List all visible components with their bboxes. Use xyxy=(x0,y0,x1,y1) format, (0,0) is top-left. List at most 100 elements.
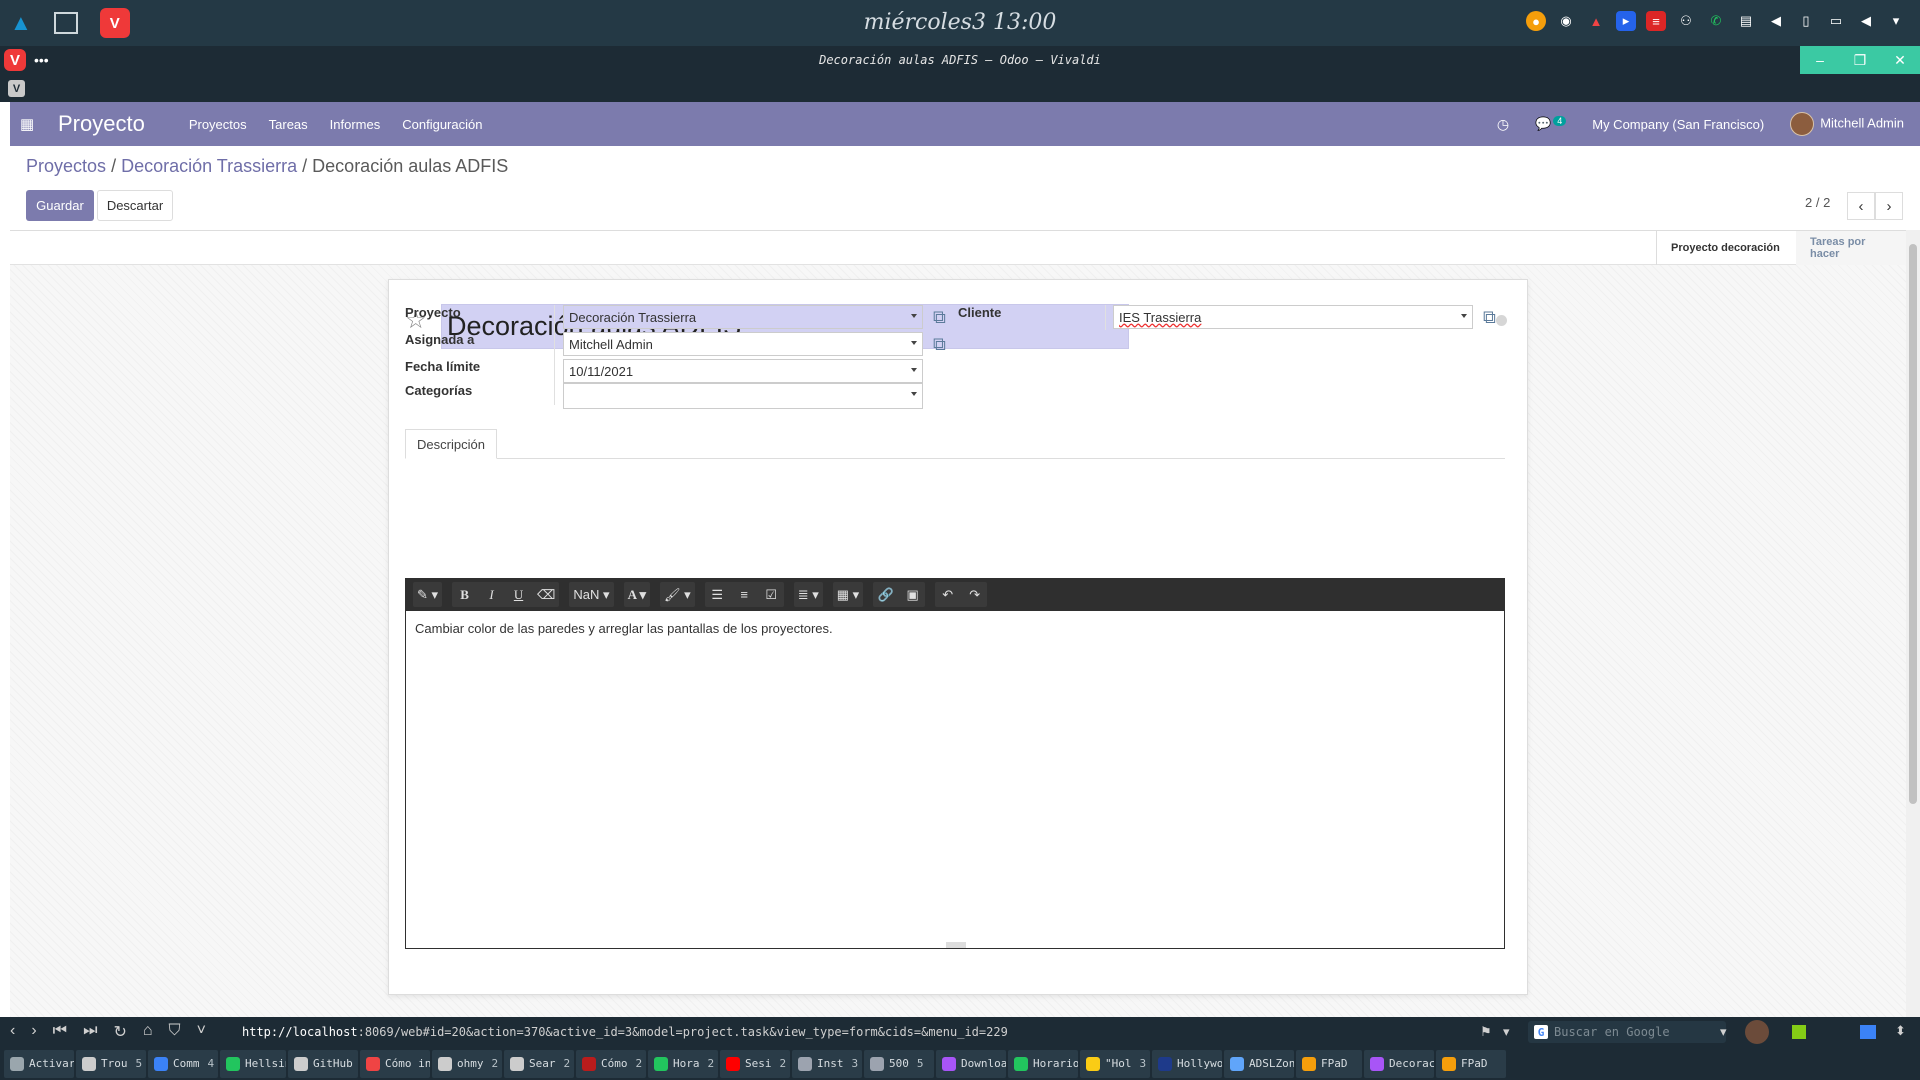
messages-button[interactable]: 💬 4 xyxy=(1535,116,1567,132)
app-name[interactable]: Proyecto xyxy=(58,111,145,137)
eraser-icon[interactable]: ⌫ xyxy=(533,582,559,607)
taskbar-item[interactable]: Sear 2 xyxy=(504,1049,574,1078)
vivaldi-menu-icon[interactable]: V xyxy=(4,49,26,71)
customer-field[interactable]: IES Trassierra xyxy=(1113,305,1473,329)
underline-icon[interactable]: U xyxy=(506,582,531,607)
external-link-icon[interactable]: ⧉ xyxy=(933,335,951,353)
external-link-icon[interactable]: ⧉ xyxy=(933,308,951,326)
close-icon[interactable]: ✕ xyxy=(1880,46,1920,74)
menu-item-configuracion[interactable]: Configuración xyxy=(402,117,482,132)
taskbar-item[interactable]: Downloa xyxy=(936,1049,1006,1078)
breadcrumb-project[interactable]: Decoración Trassierra xyxy=(121,156,297,176)
reload-icon[interactable]: ↻ xyxy=(113,1022,126,1042)
style-wand-icon[interactable]: ✎ ▾ xyxy=(413,582,442,607)
taskbar-item[interactable]: Sesi 2 xyxy=(720,1049,790,1078)
back-icon[interactable]: ‹ xyxy=(10,1022,15,1042)
discard-button[interactable]: Descartar xyxy=(97,190,173,221)
description-editor[interactable]: Cambiar color de las paredes y arreglar … xyxy=(405,611,1505,949)
taskbar-item[interactable]: 500 5 xyxy=(864,1049,934,1078)
chevron-down-icon[interactable]: ▾ xyxy=(1503,1024,1510,1040)
taskbar-item[interactable]: Cómo 2 xyxy=(576,1049,646,1078)
forward-icon[interactable]: › xyxy=(31,1022,36,1042)
pager-next-icon[interactable]: › xyxy=(1875,192,1903,220)
stage-next[interactable]: Tareas por hacer xyxy=(1796,231,1910,265)
taskbar-item[interactable]: GitHub xyxy=(288,1049,358,1078)
tab-description[interactable]: Descripción xyxy=(405,429,497,459)
checklist-icon[interactable]: ☑ xyxy=(759,582,784,607)
taskbar-item[interactable]: FPaD xyxy=(1296,1049,1362,1078)
taskbar-item[interactable]: Hellsin xyxy=(220,1049,286,1078)
discord-icon[interactable]: ◉ xyxy=(1556,11,1576,31)
maximize-icon[interactable]: ❐ xyxy=(1840,46,1880,74)
taskbar-item[interactable]: Horario xyxy=(1008,1049,1078,1078)
page-scrollbar[interactable] xyxy=(1906,230,1920,1017)
taskbar-item[interactable]: Hollywo xyxy=(1152,1049,1222,1078)
menu-item-informes[interactable]: Informes xyxy=(330,117,381,132)
font-size-dropdown[interactable]: NaN ▾ xyxy=(569,582,613,607)
categories-field[interactable] xyxy=(563,383,923,409)
url-field[interactable]: http://localhost:8069/web#id=20&action=3… xyxy=(242,1025,1008,1039)
whatsapp-icon[interactable]: ✆ xyxy=(1706,11,1726,31)
editor-icon[interactable]: ▸ xyxy=(1616,11,1636,31)
speaker-icon[interactable]: ◀ xyxy=(1856,11,1876,31)
pdf-icon[interactable]: ≡ xyxy=(1646,11,1666,31)
display-icon[interactable]: ▭ xyxy=(1826,11,1846,31)
assigned-field[interactable]: Mitchell Admin xyxy=(563,332,923,356)
menu-item-proyectos[interactable]: Proyectos xyxy=(189,117,247,132)
activity-clock-icon[interactable]: ◷ xyxy=(1497,116,1509,133)
bullet-list-icon[interactable]: ☰ xyxy=(705,582,730,607)
game-icon[interactable]: ▲ xyxy=(1586,11,1606,31)
apps-grid-icon[interactable]: ▦ xyxy=(10,115,40,133)
user-menu[interactable]: Mitchell Admin xyxy=(1790,112,1904,136)
image-icon[interactable]: ▣ xyxy=(900,582,925,607)
taskbar-item[interactable]: Hora 2 xyxy=(648,1049,718,1078)
company-switcher[interactable]: My Company (San Francisco) xyxy=(1592,117,1764,132)
taskbar-item[interactable]: Decorac xyxy=(1364,1049,1434,1078)
chevron-down-icon[interactable]: ▾ xyxy=(1720,1024,1727,1040)
fast-forward-icon[interactable]: ⏭ xyxy=(83,1022,97,1042)
home-icon[interactable]: ⌂ xyxy=(143,1022,153,1042)
battery-icon[interactable]: ▯ xyxy=(1796,11,1816,31)
font-color-icon[interactable]: A ▾ xyxy=(624,582,650,607)
translate-icon[interactable] xyxy=(1860,1025,1876,1039)
stage-active[interactable]: Proyecto decoración xyxy=(1656,231,1796,265)
vivaldi-launcher-icon[interactable]: V xyxy=(99,8,130,38)
clipboard-icon[interactable]: ▤ xyxy=(1736,11,1756,31)
search-input[interactable]: G Buscar en Google xyxy=(1528,1021,1726,1043)
editor-resize-handle[interactable] xyxy=(946,942,966,948)
project-field[interactable]: Decoración Trassierra xyxy=(563,305,923,329)
chevron-down-icon[interactable]: ˅ xyxy=(197,1022,206,1042)
taskbar-item[interactable]: Cómo in xyxy=(360,1049,430,1078)
table-icon[interactable]: ▦ ▾ xyxy=(833,582,863,607)
link-icon[interactable]: 🔗 xyxy=(873,582,898,607)
external-link-icon[interactable]: ⧉ xyxy=(1483,308,1501,326)
volume-icon[interactable]: ◀ xyxy=(1766,11,1786,31)
rewind-icon[interactable]: ⏮ xyxy=(53,1022,67,1042)
pager-previous-icon[interactable]: ‹ xyxy=(1847,192,1875,220)
deadline-field[interactable]: 10/11/2021 xyxy=(563,359,923,383)
taskbar-item[interactable]: ADSLZon xyxy=(1224,1049,1294,1078)
numbered-list-icon[interactable]: ≡ xyxy=(732,582,757,607)
extension-icon[interactable] xyxy=(1792,1025,1806,1039)
taskbar-item[interactable]: ohmy 2 xyxy=(432,1049,502,1078)
network-icon[interactable]: ⚇ xyxy=(1676,11,1696,31)
highlight-brush-icon[interactable]: 🖌 ▾ xyxy=(660,582,695,607)
italic-icon[interactable]: I xyxy=(479,582,504,607)
bold-icon[interactable]: B xyxy=(452,582,477,607)
taskbar-item[interactable]: Inst 3 xyxy=(792,1049,862,1078)
align-icon[interactable]: ≣ ▾ xyxy=(794,582,823,607)
undo-icon[interactable]: ↶ xyxy=(935,582,960,607)
desktop-icon[interactable] xyxy=(53,12,78,34)
downloads-icon[interactable]: ⬍ xyxy=(1895,1023,1906,1039)
taskbar-item[interactable]: Activar xyxy=(4,1049,74,1078)
taskbar-item[interactable]: Comm 4 xyxy=(148,1049,218,1078)
save-button[interactable]: Guardar xyxy=(26,190,94,221)
menu-item-tareas[interactable]: Tareas xyxy=(269,117,308,132)
taskbar-item[interactable]: "Hol 3 xyxy=(1080,1049,1150,1078)
profile-avatar[interactable] xyxy=(1745,1020,1769,1044)
shield-icon[interactable]: ⛉ xyxy=(169,1022,181,1042)
redo-icon[interactable]: ↷ xyxy=(962,582,987,607)
breadcrumb-proyectos[interactable]: Proyectos xyxy=(26,156,106,176)
tab-bar-toggle-icon[interactable]: V xyxy=(8,80,25,97)
menu-icon[interactable]: ▾ xyxy=(1886,11,1906,31)
